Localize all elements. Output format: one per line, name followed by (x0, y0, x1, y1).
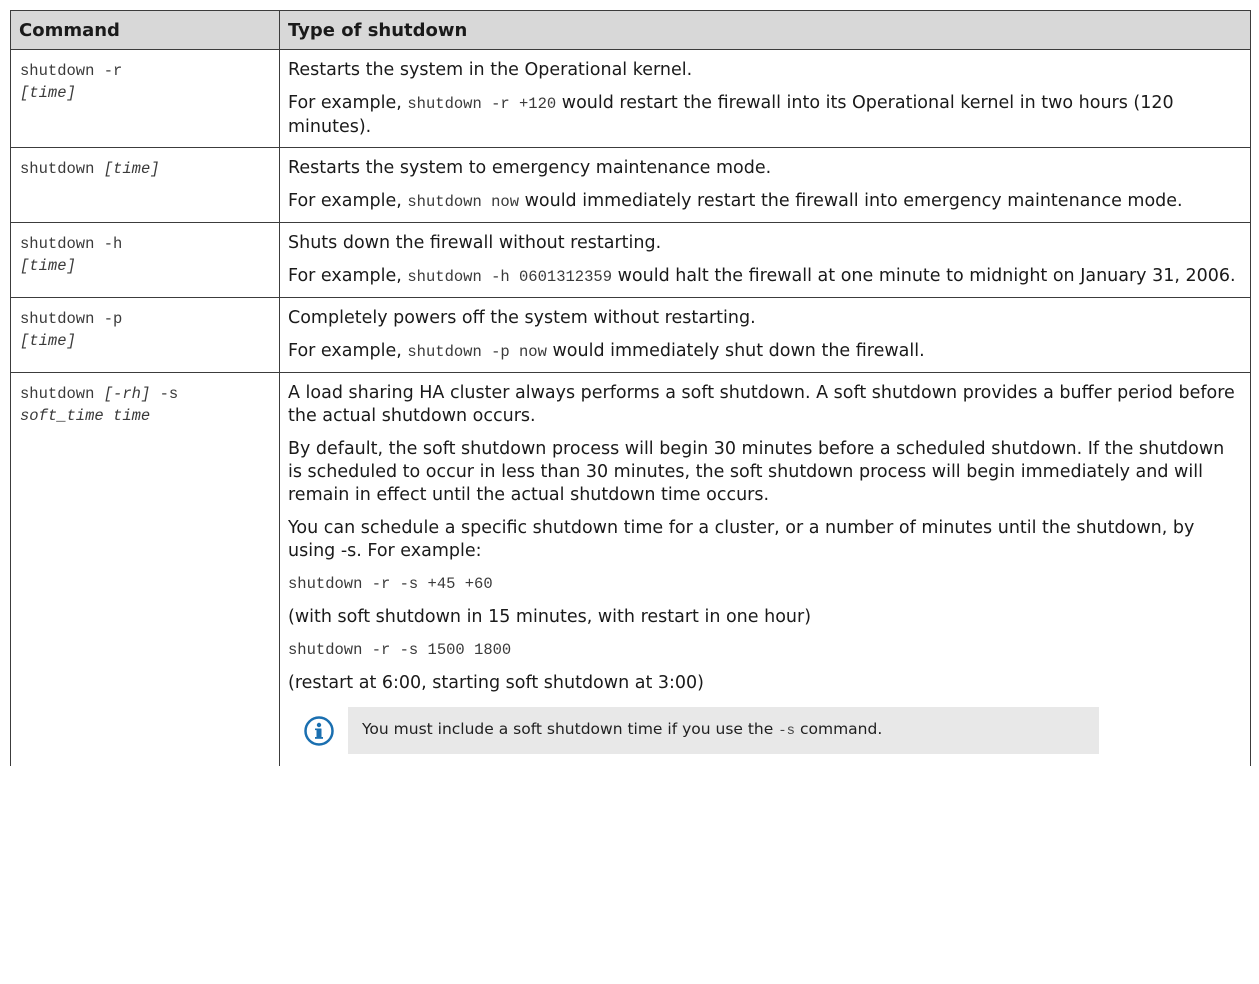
description-cell: Restarts the system to emergency mainten… (279, 147, 1251, 223)
table-row: shutdown -p [time] Completely powers off… (10, 297, 1251, 373)
description-cell: A load sharing HA cluster always perform… (279, 372, 1251, 766)
command-flag: -s (159, 385, 179, 403)
description-cell: Restarts the system in the Operational k… (279, 49, 1251, 148)
example-explanation: (with soft shutdown in 15 minutes, with … (288, 607, 812, 627)
command-text: shutdown -h (20, 235, 123, 253)
command-option: [-rh] (103, 385, 151, 403)
inline-code: -s (778, 723, 796, 739)
header-type-of-shutdown: Type of shutdown (279, 10, 1251, 50)
command-text: shutdown -p (20, 310, 123, 328)
command-argument: [time] (20, 257, 76, 275)
command-text: shutdown (20, 385, 95, 403)
command-argument: [time] (20, 84, 76, 102)
description-text: Restarts the system to emergency mainten… (288, 158, 772, 178)
table-row: shutdown [time] Restarts the system to e… (10, 147, 1251, 223)
description-text: Restarts the system in the Operational k… (288, 60, 693, 80)
inline-code: shutdown -h 0601312359 (407, 268, 613, 286)
description-text: Completely powers off the system without… (288, 308, 756, 328)
info-icon (304, 715, 334, 746)
command-cell: shutdown [-rh] -s soft_time time (10, 372, 280, 766)
code-example: shutdown -r -s +45 +60 (288, 575, 493, 593)
code-example: shutdown -r -s 1500 1800 (288, 641, 512, 659)
description-cell: Completely powers off the system without… (279, 297, 1251, 373)
example-text: For example, shutdown -p now would immed… (288, 341, 925, 361)
info-note-box: You must include a soft shutdown time if… (348, 707, 1099, 754)
header-command: Command (10, 10, 280, 50)
shutdown-commands-table: Command Type of shutdown shutdown -r [ti… (10, 10, 1251, 766)
table-row: shutdown [-rh] -s soft_time time A load … (10, 372, 1251, 766)
command-cell: shutdown -h [time] (10, 222, 280, 298)
example-explanation: (restart at 6:00, starting soft shutdown… (288, 673, 705, 693)
inline-code: shutdown now (407, 193, 519, 211)
description-cell: Shuts down the firewall without restarti… (279, 222, 1251, 298)
command-cell: shutdown [time] (10, 147, 280, 223)
table-row: shutdown -h [time] Shuts down the firewa… (10, 222, 1251, 298)
table-row: shutdown -r [time] Restarts the system i… (10, 49, 1251, 148)
command-text: shutdown -r (20, 62, 123, 80)
command-text: shutdown (20, 160, 95, 178)
table-header-row: Command Type of shutdown (10, 10, 1251, 50)
inline-code: shutdown -r +120 (407, 95, 557, 113)
description-text: By default, the soft shutdown process wi… (288, 439, 1225, 505)
command-argument: soft_time time (20, 407, 151, 425)
command-argument: [time] (20, 332, 76, 350)
description-text: You can schedule a specific shutdown tim… (288, 518, 1195, 561)
info-note: You must include a soft shutdown time if… (288, 707, 1242, 754)
command-argument: [time] (103, 160, 160, 178)
command-cell: shutdown -p [time] (10, 297, 280, 373)
example-text: For example, shutdown -r +120 would rest… (288, 93, 1174, 137)
example-text: For example, shutdown now would immediat… (288, 191, 1183, 211)
description-text: Shuts down the firewall without restarti… (288, 233, 662, 253)
inline-code: shutdown -p now (407, 343, 547, 361)
command-cell: shutdown -r [time] (10, 49, 280, 148)
description-text: A load sharing HA cluster always perform… (288, 383, 1235, 426)
example-text: For example, shutdown -h 0601312359 woul… (288, 266, 1236, 286)
